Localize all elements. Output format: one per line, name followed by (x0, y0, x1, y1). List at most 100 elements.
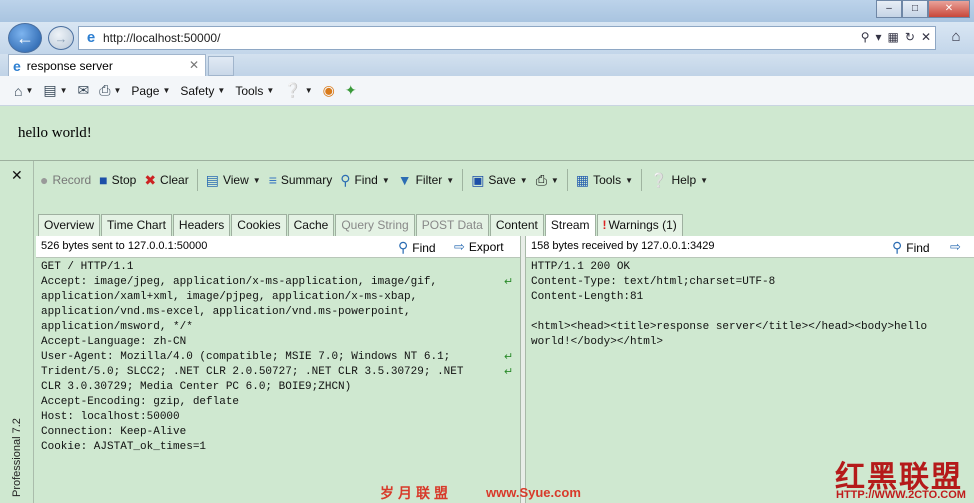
search-icon: ⚲ (892, 239, 903, 255)
addon-icon: ◉ (322, 82, 335, 98)
stream-line: Content-Type: text/html;charset=UTF-8 (531, 276, 776, 288)
forward-button[interactable]: → (48, 26, 74, 50)
stream-line: Cookie: AJSTAT_ok_times=1 (41, 441, 207, 453)
find-label: Find (412, 240, 436, 255)
tab-warnings[interactable]: ! Warnings (1) (596, 214, 683, 236)
chevron-down-icon: ▼ (217, 86, 226, 95)
close-pane-icon[interactable]: ✕ (11, 167, 23, 184)
tab-query-string[interactable]: Query String (335, 214, 415, 236)
navigation-row: ← → e http://localhost:50000/ ⚲ ▾ ▦ ↻ ✕ … (0, 22, 974, 54)
stream-line: application/msword, */* (41, 321, 193, 333)
export-icon: ⇨ (950, 239, 961, 254)
back-button[interactable]: ← (8, 23, 42, 53)
tab-overview[interactable]: Overview (38, 214, 101, 236)
save-icon: ▣ (471, 171, 485, 188)
side-bar: ✕ Professional 7.2 (0, 161, 34, 503)
window-controls: – □ ✕ (876, 0, 970, 18)
record-label: Record (52, 173, 92, 187)
address-bar[interactable]: e http://localhost:50000/ ⚲ ▾ ▦ ↻ ✕ (78, 26, 936, 50)
view-menu[interactable]: ▤ View ▼ (206, 172, 261, 189)
forward-arrow-icon: → (54, 30, 68, 46)
stop-icon: ■ (99, 172, 108, 188)
tab-stream[interactable]: Stream (544, 214, 596, 236)
close-window-button[interactable]: ✕ (928, 0, 970, 18)
response-header-bar: 158 bytes received by 127.0.0.1:3429 ⚲ Fi… (526, 236, 974, 258)
mail-command[interactable]: ✉ (78, 82, 90, 99)
help-label: Help (671, 173, 697, 187)
response-stream-text[interactable]: HTTP/1.1 200 OK Content-Type: text/html;c… (526, 260, 974, 350)
dropdown-icon[interactable]: ▾ (876, 30, 882, 44)
inspector-tabs: Overview Time Chart Headers Cookies Cach… (38, 214, 684, 236)
safety-menu[interactable]: Safety ▼ (180, 84, 225, 98)
home-command[interactable]: ⌂ ▼ (14, 83, 33, 99)
help-command[interactable]: ❔ ▼ (284, 82, 312, 99)
tab-headers[interactable]: Headers (172, 214, 231, 236)
stop-button[interactable]: ■ Stop (99, 172, 136, 188)
stop-label: Stop (111, 173, 137, 187)
chevron-down-icon: ▼ (446, 175, 455, 185)
summary-button[interactable]: ≡ Summary (269, 172, 333, 188)
safety-menu-label: Safety (180, 83, 215, 98)
help-icon: ❔ (650, 171, 668, 188)
find-button[interactable]: ⚲ Find ▼ (340, 172, 390, 189)
stream-line: <html><head><title>response server</titl… (531, 321, 928, 333)
tools-menu-label: Tools (235, 83, 264, 98)
print-command[interactable]: ⎙ ▼ (99, 82, 121, 99)
stream-line: Trident/5.0; SLCC2; .NET CLR 2.0.50727; … (41, 366, 464, 378)
request-stream-text[interactable]: GET / HTTP/1.1 Accept: image/jpeg, applic… (36, 260, 520, 455)
help-menu[interactable]: ❔ Help ▼ (650, 172, 708, 189)
clear-button[interactable]: ✖ Clear (144, 172, 188, 189)
chevron-down-icon: ▼ (113, 86, 122, 95)
tools-menu-fiddler[interactable]: ▦ Tools ▼ (576, 172, 633, 189)
addon-command[interactable]: ◉ (323, 82, 335, 99)
fiddler-pane: ✕ Professional 7.2 ● Record ■ Stop ✖ Clear … (0, 160, 974, 503)
stream-panels: 526 bytes sent to 127.0.0.1:50000 ⚲ Find … (36, 236, 974, 503)
export-label: Export (468, 240, 504, 254)
stream-line: GET / HTTP/1.1 (41, 261, 134, 273)
compat-view-icon[interactable]: ▦ (888, 30, 899, 44)
tab-post-data[interactable]: POST Data (415, 214, 489, 236)
page-menu[interactable]: Page ▼ (131, 84, 170, 98)
word-wrap-icon: ↵ (504, 276, 514, 288)
back-arrow-icon: ← (16, 27, 34, 48)
new-tab-button[interactable] (208, 56, 234, 76)
print-menu[interactable]: ⎙ ▼ (536, 172, 559, 189)
tools-label: Tools (593, 173, 622, 187)
filter-menu[interactable]: ▼ Filter ▼ (398, 172, 454, 188)
close-tab-icon[interactable]: ✕ (189, 58, 199, 72)
address-tools: ⚲ ▾ ▦ ↻ ✕ (861, 30, 931, 44)
request-find-button[interactable]: ⚲ Find (398, 239, 436, 256)
word-wrap-icon: ↵ (504, 366, 514, 378)
extension-command[interactable]: ✦ (345, 82, 357, 99)
filter-icon: ▼ (397, 172, 412, 188)
fiddler-toolbar: ● Record ■ Stop ✖ Clear ▤ View ▼ ≡ Summary ⚲ Fi… (34, 165, 974, 195)
tab-cookies[interactable]: Cookies (231, 214, 287, 236)
response-find-button[interactable]: ⚲ Find (892, 239, 930, 256)
maximize-button[interactable]: □ (902, 0, 928, 18)
minimize-button[interactable]: – (876, 0, 902, 18)
tools-menu[interactable]: Tools ▼ (235, 84, 274, 98)
word-wrap-icon: ↵ (504, 351, 514, 363)
response-export-button[interactable]: ⇨ (950, 239, 961, 255)
url-text[interactable]: http://localhost:50000/ (103, 31, 220, 45)
search-icon[interactable]: ⚲ (861, 30, 870, 44)
export-icon: ⇨ (454, 239, 465, 254)
home-icon: ⌂ (14, 82, 23, 99)
chevron-down-icon: ▼ (625, 175, 633, 185)
stop-icon[interactable]: ✕ (921, 30, 931, 44)
browser-tab[interactable]: e response server ✕ (8, 54, 206, 76)
tab-content[interactable]: Content (489, 214, 544, 236)
stream-line: Accept: image/jpeg, application/x-ms-app… (41, 276, 438, 288)
tab-cache[interactable]: Cache (287, 214, 335, 236)
save-menu[interactable]: ▣ Save ▼ (471, 172, 528, 189)
refresh-icon[interactable]: ↻ (905, 30, 915, 44)
record-button[interactable]: ● Record (40, 172, 91, 188)
home-icon[interactable]: ⌂ (946, 28, 966, 48)
search-icon: ⚲ (340, 171, 351, 188)
toolbar-divider (641, 169, 642, 191)
chevron-down-icon: ▼ (381, 175, 390, 185)
tab-time-chart[interactable]: Time Chart (101, 214, 172, 236)
export-button[interactable]: ⇨ Export (454, 239, 504, 255)
stream-line: application/xaml+xml, image/pjpeg, appli… (41, 291, 418, 303)
feeds-command[interactable]: ▤ ▼ (43, 82, 67, 99)
